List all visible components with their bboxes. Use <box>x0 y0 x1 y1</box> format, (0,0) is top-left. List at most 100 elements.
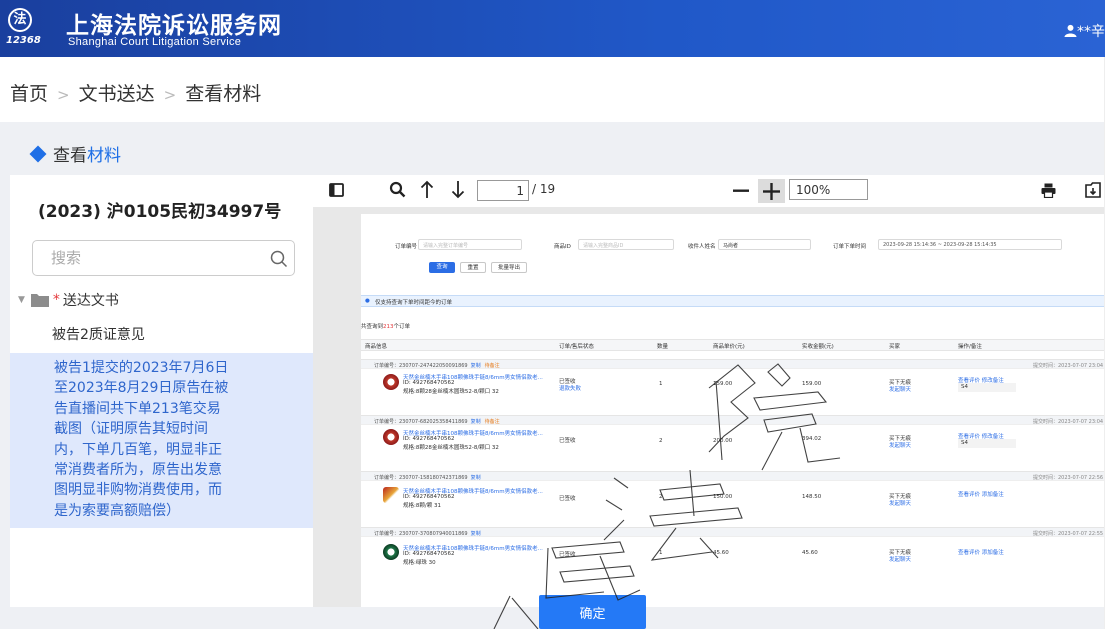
order-status-2: 退款失败 <box>559 386 582 392</box>
order-price: 159.00 <box>713 381 733 387</box>
order-copy: 复制 <box>470 363 481 369</box>
page-number-input[interactable] <box>477 180 529 201</box>
order-note: S4 <box>961 440 968 446</box>
zoom-out-icon[interactable] <box>733 189 749 193</box>
product-spec: 规格:8颗/颗 31 <box>403 503 441 509</box>
doc-order-header: 订单编号：230707-158180742371869 复制 提交时间：2023-… <box>361 471 1105 481</box>
filter-placeholder: 请输入完整订单编号 <box>423 243 469 249</box>
order-price: 200.00 <box>713 438 733 444</box>
product-spec: 规格:绿珠 30 <box>403 560 436 566</box>
court-logo[interactable]: 法 12368 <box>6 8 42 46</box>
filter-input: 请输入完整订单编号 <box>418 239 522 250</box>
filter-input: 马尚者 <box>718 239 811 250</box>
order-qty: 2 <box>659 494 663 500</box>
order-copy: 复制 <box>470 475 481 481</box>
confirm-button[interactable]: 确定 <box>539 595 646 629</box>
print-icon[interactable] <box>1041 183 1056 198</box>
tree-folder-delivered-docs[interactable]: ▼ * 送达文书 <box>18 290 119 310</box>
breadcrumb-separator-icon: > <box>57 86 70 104</box>
order-no: 订单编号：230707-370807940011869 复制 <box>374 530 481 537</box>
viewer-toolbar <box>313 175 1105 207</box>
count-prefix: 共查询到 <box>361 324 384 330</box>
doc-col: 实收金额(元) <box>802 344 834 350</box>
order-copy: 复制 <box>470 419 481 425</box>
breadcrumb-view-material: 查看材料 <box>185 83 262 105</box>
breadcrumb-home[interactable]: 首页 <box>10 83 48 105</box>
order-note-box: S4 <box>958 383 1016 392</box>
order-time: 提交时间：2023-07-07 23:04 <box>1033 419 1104 425</box>
product-thumbnail <box>383 429 399 445</box>
breadcrumb-doc-delivery[interactable]: 文书送达 <box>79 83 155 105</box>
filter-label: 收件人姓名 <box>688 244 716 250</box>
order-no-text: 订单编号：230707-370807940011869 <box>374 531 468 537</box>
doc-query-button: 查询 <box>429 262 455 273</box>
order-ops: 查看评价 添加备注 <box>958 492 1004 498</box>
product-id: ID: 492768470562 <box>403 494 455 500</box>
doc-result-count: 共查询到213个订单 <box>361 322 410 330</box>
product-thumbnail <box>383 374 399 390</box>
site-header: 法 12368 上海法院诉讼服务网 Shanghai Court Litigat… <box>0 0 1105 57</box>
folder-label: 送达文书 <box>62 293 119 309</box>
order-paid: 148.50 <box>802 494 822 500</box>
required-mark: * <box>52 292 60 308</box>
doc-col: 商品信息 <box>365 344 388 350</box>
zoom-in-icon <box>763 183 780 200</box>
doc-order-header: 订单编号：230707-682025358411869 复制 待备注 提交时间：20… <box>361 415 1105 425</box>
doc-notice-bar: ● 仅支持查询下单时间距今的订单 <box>361 295 1105 307</box>
user-icon <box>1064 24 1077 37</box>
doc-col: 操作/备注 <box>958 344 982 350</box>
order-no-text: 订单编号：230707-158180742371869 <box>374 475 468 481</box>
doc-order-header: 订单编号：230707-370807940011869 复制 提交时间：2023-… <box>361 527 1105 537</box>
order-paid: 394.02 <box>802 436 822 442</box>
zoom-in-button[interactable] <box>758 179 785 203</box>
order-ops: 查看评价 添加备注 <box>958 550 1004 556</box>
order-qty: 1 <box>659 381 663 387</box>
order-chat: 发起聊天 <box>889 387 912 393</box>
product-thumbnail <box>383 544 399 560</box>
filter-input: 2023-09-28 15:14:36 ~ 2023-09-28 15:14:3… <box>878 239 1062 250</box>
order-no: 订单编号：230707-158180742371869 复制 <box>374 474 481 481</box>
arrow-down-icon[interactable] <box>451 180 465 199</box>
info-icon: ● <box>365 298 370 304</box>
search-icon[interactable] <box>389 181 406 198</box>
case-number: (2023) 沪0105民初34997号 <box>38 202 282 222</box>
order-memo: 待备注 <box>484 363 500 369</box>
section-title-highlight: 材料 <box>87 146 121 166</box>
order-chat: 发起聊天 <box>889 443 912 449</box>
tree-item-selected[interactable]: 被告1提交的2023年7月6日至2023年8月29日原告在被告直播间共下单213… <box>10 353 313 528</box>
tree-item[interactable]: 被告2质证意见 <box>52 324 145 344</box>
product-id: ID: 492768470562 <box>403 380 455 386</box>
order-copy: 复制 <box>470 531 481 537</box>
user-menu[interactable]: **辛 <box>1064 21 1105 41</box>
order-chat: 发起聊天 <box>889 501 912 507</box>
order-paid: 159.00 <box>802 381 822 387</box>
doc-reset-button: 重置 <box>460 262 486 273</box>
order-memo: 待备注 <box>484 419 500 425</box>
filter-label: 订单下单时间 <box>833 244 867 250</box>
diamond-icon <box>29 145 47 163</box>
doc-col: 商品单价(元) <box>713 344 745 350</box>
page-total: / 19 <box>532 182 556 196</box>
zoom-level-input[interactable] <box>789 179 868 200</box>
filter-input: 请输入完整商品ID <box>578 239 674 250</box>
download-icon[interactable] <box>1085 182 1101 198</box>
search-input[interactable] <box>51 249 251 267</box>
order-time: 提交时间：2023-07-07 23:04 <box>1033 363 1104 369</box>
site-title[interactable]: 上海法院诉讼服务网 <box>66 6 282 40</box>
arrow-up-icon[interactable] <box>420 180 434 199</box>
document-page: 订单编号 请输入完整订单编号 商品ID 请输入完整商品ID 收件人姓名 马尚者 … <box>361 214 1105 607</box>
section-title-prefix: 查看 <box>53 146 87 166</box>
caret-down-icon[interactable]: ▼ <box>18 295 25 305</box>
order-note-box: S4 <box>958 439 1016 448</box>
order-status: 已签收 <box>559 552 576 558</box>
doc-export-button: 批量导出 <box>491 262 527 273</box>
product-spec: 规格:8颗28金丝楠木圆珠52-8/颗口 32 <box>403 445 499 451</box>
court-seal-icon: 法 <box>8 8 32 32</box>
filter-placeholder: 请输入完整商品ID <box>583 243 624 249</box>
sidebar-toggle-icon[interactable] <box>329 183 344 197</box>
doc-col: 数量 <box>657 344 669 350</box>
product-spec: 规格:8颗28金丝楠木圆珠52-8/颗口 32 <box>403 389 499 395</box>
order-note: S4 <box>961 384 968 390</box>
order-price: 45.60 <box>713 550 729 556</box>
search-icon[interactable] <box>269 249 289 269</box>
